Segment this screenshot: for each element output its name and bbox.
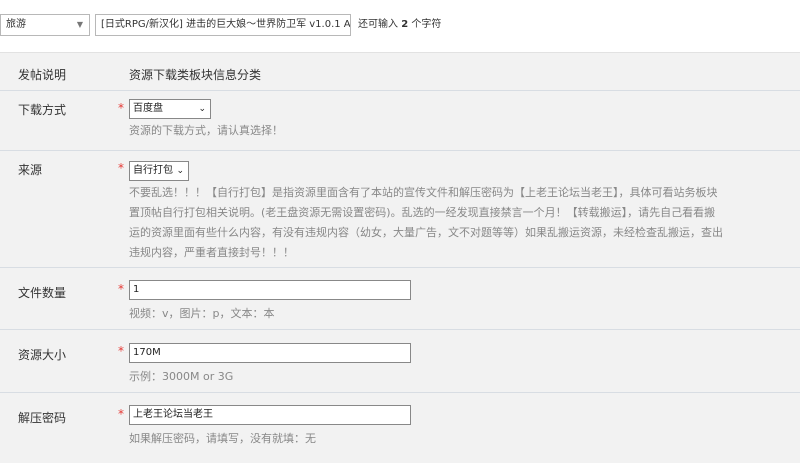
size-label: 资源大小 [18,348,67,362]
source-value: 自行打包 [133,165,173,176]
thread-title-input[interactable]: [日式RPG/新汉化] 进击的巨大娘～世界防卫军 v1.0.1 AI[ [95,14,351,36]
source-help-line: 违规内容，严重者直接封号！！！ [129,246,294,259]
source-select[interactable]: 自行打包 ⌄ [129,161,189,181]
counter-suffix: 个字符 [411,19,442,30]
source-label: 来源 [18,163,43,177]
source-help-line: 不要乱选！！！【自行打包】是指资源里面含有了本站的宣传文件和解压密码为【上老王论… [129,186,718,199]
thread-title-bar: 旅游 ▼ [日式RPG/新汉化] 进击的巨大娘～世界防卫军 v1.0.1 AI[… [0,14,800,38]
intro-value: 资源下载类板块信息分类 [129,68,262,82]
form-row-source: 来源 * 自行打包 ⌄ 不要乱选！！！【自行打包】是指资源里面含有了本站的宣传文… [0,151,800,268]
form-row-password: 解压密码 * 上老王论坛当老王 如果解压密码，请填写，没有就填：无 [0,393,800,463]
password-label: 解压密码 [18,411,67,425]
download-help: 资源的下载方式，请认真选择！ [129,124,283,137]
source-help-line: 置顶帖自行打包相关说明。(老王盘资源无需设置密码)。乱选的一经发现直接禁言一个月… [129,206,716,219]
required-marker: * [118,161,124,175]
size-help: 示例：3000M or 3G [129,370,234,383]
category-select[interactable]: 旅游 ▼ [0,14,90,36]
file-count-help: 视频：v，图片：p，文本：本 [129,307,275,320]
file-count-input[interactable]: 1 [129,280,411,300]
size-input[interactable]: 170M [129,343,411,363]
password-input[interactable]: 上老王论坛当老王 [129,405,411,425]
resource-info-form: 发帖说明 资源下载类板块信息分类 下载方式 * 百度盘 ⌄ 资源的下载方式，请认… [0,52,800,463]
title-char-counter: 还可输入 2 个字符 [358,14,441,36]
form-row-size: 资源大小 * 170M 示例：3000M or 3G [0,330,800,393]
required-marker: * [118,282,124,296]
file-count-label: 文件数量 [18,286,67,300]
counter-prefix: 还可输入 [358,19,398,30]
download-method-value: 百度盘 [133,103,163,114]
intro-label: 发帖说明 [18,68,67,82]
password-help: 如果解压密码，请填写，没有就填：无 [129,432,316,445]
category-select-value: 旅游 [6,19,26,30]
download-method-select[interactable]: 百度盘 ⌄ [129,99,211,119]
source-help-line: 运的资源里面有些什么内容，有没有违规内容（幼女，大量广告，文不对题等等）如果乱搬… [129,226,723,239]
required-marker: * [118,101,124,115]
form-row-intro: 发帖说明 资源下载类板块信息分类 [0,53,800,91]
download-label: 下载方式 [18,103,67,117]
triangle-down-icon: ▼ [76,20,83,29]
required-marker: * [118,407,124,421]
chevron-down-icon: ⌄ [176,166,184,176]
required-marker: * [118,344,124,358]
form-row-download: 下载方式 * 百度盘 ⌄ 资源的下载方式，请认真选择！ [0,91,800,151]
chevron-down-icon: ⌄ [198,104,206,114]
form-row-file-count: 文件数量 * 1 视频：v，图片：p，文本：本 [0,268,800,330]
counter-number: 2 [401,19,409,30]
